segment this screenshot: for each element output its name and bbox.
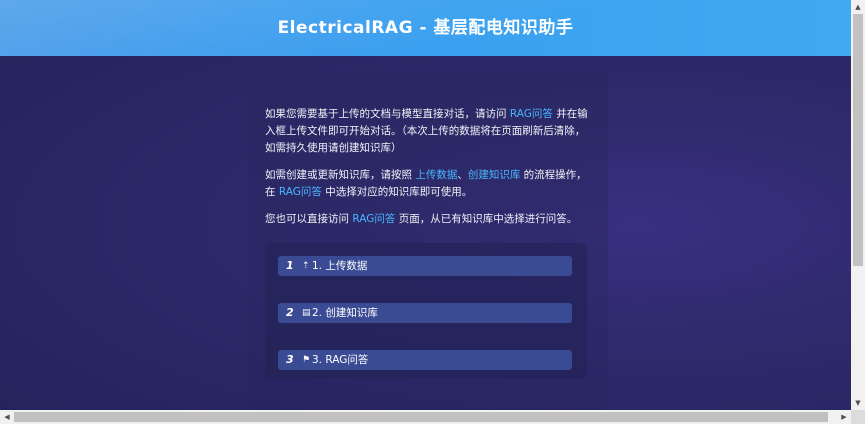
intro-text-segment: 如需创建或更新知识库，请按照 <box>265 169 416 181</box>
database-icon: ▤ <box>302 308 311 318</box>
create-kb-link[interactable]: 创建知识库 <box>468 169 521 181</box>
step-number-2-icon: 2 <box>286 306 294 319</box>
rag-qa-link[interactable]: RAG问答 <box>352 213 395 225</box>
flag-icon: ⚑ <box>302 355 311 365</box>
scroll-down-icon[interactable]: ▼ <box>851 396 865 410</box>
step-rag-qa[interactable]: 3 ⚑ 3. RAG问答 <box>278 350 572 370</box>
intro-text-segment: 、 <box>457 169 468 181</box>
upload-icon: ⇡ <box>302 261 310 271</box>
intro-text: 如果您需要基于上传的文档与模型直接对话，请访问 RAG问答 并在输入框上传文件即… <box>265 106 595 238</box>
step-number-1-icon: 1 <box>286 259 294 272</box>
intro-paragraph-1: 如果您需要基于上传的文档与模型直接对话，请访问 RAG问答 并在输入框上传文件即… <box>265 106 595 157</box>
vertical-scrollbar[interactable]: ▲ ▼ <box>851 0 865 410</box>
upload-data-link[interactable]: 上传数据 <box>415 169 457 181</box>
app-header: ElectricalRAG - 基层配电知识助手 <box>0 0 851 56</box>
step-number-3-icon: 3 <box>286 353 294 366</box>
intro-text-segment: 中选择对应的知识库即可使用。 <box>321 186 473 198</box>
intro-text-segment: 如果您需要基于上传的文档与模型直接对话，请访问 <box>265 108 510 120</box>
scroll-right-icon[interactable]: ▶ <box>837 410 851 424</box>
intro-text-segment: 您也可以直接访问 <box>265 213 353 225</box>
step-upload-data[interactable]: 1 ⇡ 1. 上传数据 <box>278 256 572 276</box>
step-label: 1. 上传数据 <box>312 260 368 272</box>
intro-text-segment: 页面，从已有知识库中选择进行问答。 <box>395 213 578 225</box>
page-title: ElectricalRAG - 基层配电知识助手 <box>277 18 574 38</box>
rag-qa-link[interactable]: RAG问答 <box>279 186 322 198</box>
intro-paragraph-2: 如需创建或更新知识库，请按照 上传数据、创建知识库 的流程操作，在 RAG问答 … <box>265 167 595 201</box>
horizontal-scroll-thumb[interactable] <box>14 412 828 422</box>
step-create-kb[interactable]: 2 ▤ 2. 创建知识库 <box>278 303 572 323</box>
horizontal-scrollbar[interactable]: ◀ ▶ <box>0 410 851 424</box>
intro-paragraph-3: 您也可以直接访问 RAG问答 页面，从已有知识库中选择进行问答。 <box>265 211 595 228</box>
vertical-scroll-thumb[interactable] <box>853 14 863 266</box>
step-label: 3. RAG问答 <box>312 354 369 366</box>
scroll-left-icon[interactable]: ◀ <box>0 410 14 424</box>
rag-qa-link[interactable]: RAG问答 <box>510 108 553 120</box>
page-viewport: ElectricalRAG - 基层配电知识助手 如果您需要基于上传的文档与模型… <box>0 0 851 410</box>
scroll-up-icon[interactable]: ▲ <box>851 0 865 14</box>
scrollbar-corner <box>851 410 865 424</box>
step-label: 2. 创建知识库 <box>312 307 378 319</box>
